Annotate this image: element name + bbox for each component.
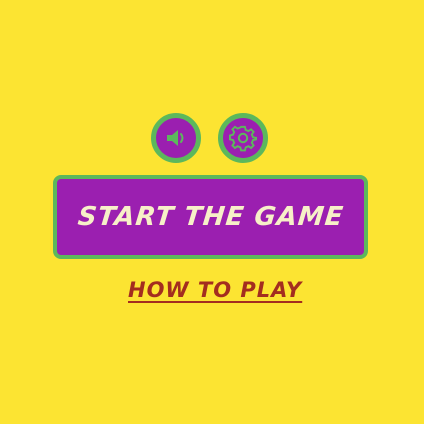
- start-game-label: START THE GAME: [76, 202, 345, 232]
- sound-toggle-button[interactable]: [151, 113, 201, 163]
- main-menu-screen: START THE GAME HOW TO PLAY: [0, 0, 424, 424]
- speaker-icon: [167, 130, 184, 146]
- how-to-play-link[interactable]: HOW TO PLAY: [128, 278, 301, 302]
- gear-icon: [229, 125, 257, 152]
- start-game-button[interactable]: START THE GAME: [53, 175, 368, 259]
- settings-button[interactable]: [218, 113, 268, 163]
